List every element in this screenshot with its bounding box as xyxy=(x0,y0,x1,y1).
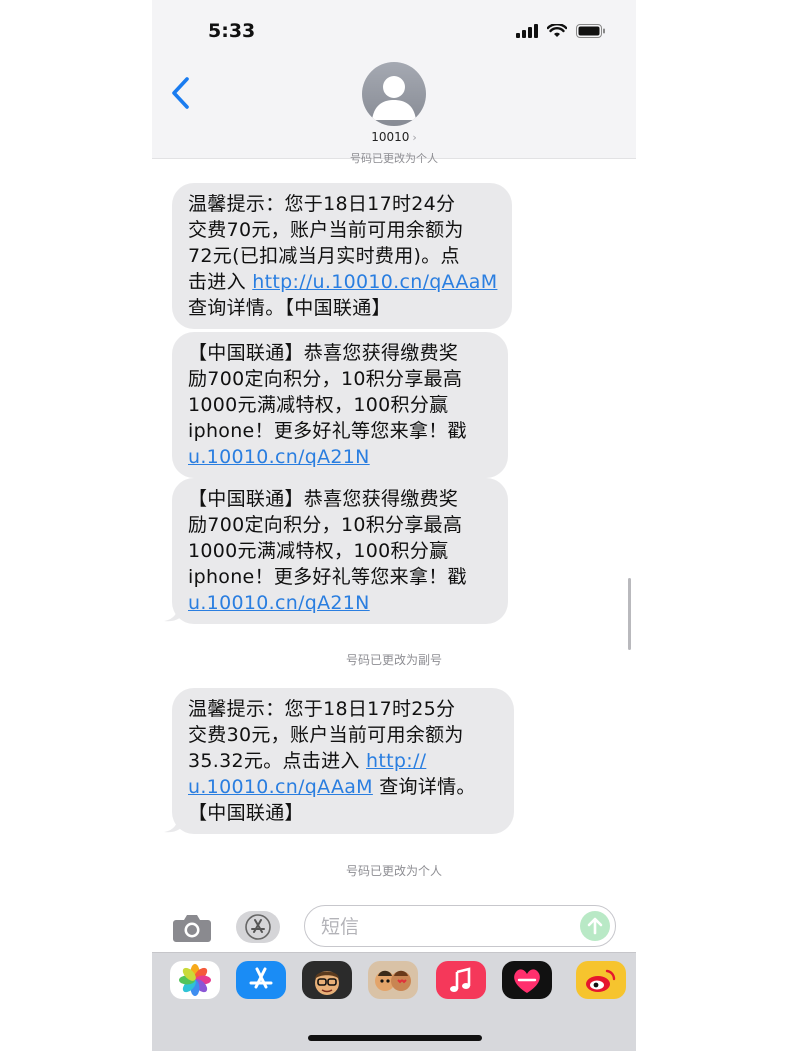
app-store-icon xyxy=(249,967,273,989)
message-link[interactable]: u.10010.cn/qAAaM xyxy=(188,776,373,798)
music-icon xyxy=(450,967,471,992)
weibo-icon xyxy=(586,969,616,992)
message-link[interactable]: u.10010.cn/qA21N xyxy=(188,446,370,468)
incoming-message-bubble[interactable]: 【中国联通】恭喜您获得缴费奖 励700定向积分，10积分享最高 1000元满减特… xyxy=(172,332,508,478)
messages-screen: 5:33 10010 › 号码已更改为个人 温馨提示：您于18日17时24分 交… xyxy=(152,0,636,1051)
system-note: 号码已更改为个人 xyxy=(345,864,442,878)
scroll-indicator[interactable] xyxy=(628,578,631,650)
chevron-right-icon: › xyxy=(412,131,417,144)
message-text: 72元(已扣减当月实时费用)。点 xyxy=(188,245,460,267)
message-link[interactable]: u.10010.cn/qA21N xyxy=(188,592,370,614)
incoming-message-bubble[interactable]: 【中国联通】恭喜您获得缴费奖 励700定向积分，10积分享最高 1000元满减特… xyxy=(172,478,508,624)
message-text: 查询详情。【中国联通】 xyxy=(188,297,391,319)
app-store-button[interactable] xyxy=(236,911,280,943)
system-note: 号码已更改为副号 xyxy=(345,653,442,667)
weibo-app[interactable] xyxy=(576,961,626,999)
app-store-icon xyxy=(245,914,271,940)
message-text: iphone！更多好礼等您来拿！戳 xyxy=(188,420,467,442)
memoji-app[interactable] xyxy=(302,961,352,999)
message-text: 【中国联通】恭喜您获得缴费奖 xyxy=(188,342,459,364)
message-text: 击进入 xyxy=(188,271,253,293)
music-app[interactable] xyxy=(436,961,486,999)
arrow-up-icon xyxy=(587,917,603,935)
back-chevron-icon[interactable] xyxy=(168,76,194,110)
bubble-tail xyxy=(164,606,182,622)
message-text: 【中国联通】恭喜您获得缴费奖 xyxy=(188,488,459,510)
status-icons xyxy=(516,24,606,38)
camera-icon[interactable] xyxy=(172,911,212,943)
message-text: 交费30元，账户当前可用余额为 xyxy=(188,724,464,746)
contact-number: 10010 xyxy=(371,130,410,144)
message-text: 【中国联通】 xyxy=(188,802,304,824)
memoji-icon xyxy=(315,971,339,995)
message-text: 温馨提示：您于18日17时24分 xyxy=(188,193,456,215)
message-link[interactable]: http:// xyxy=(366,750,426,772)
memoji-stickers-app[interactable] xyxy=(368,961,418,999)
system-note-partial: 号码已更改为个人 xyxy=(350,152,438,165)
wifi-icon xyxy=(547,24,567,37)
status-time: 5:33 xyxy=(208,20,256,42)
cellular-signal-icon xyxy=(516,24,538,38)
incoming-message-bubble[interactable]: 温馨提示：您于18日17时25分 交费30元，账户当前可用余额为 35.32元。… xyxy=(172,688,514,834)
message-text: iphone！更多好礼等您来拿！戳 xyxy=(188,566,467,588)
contact-avatar[interactable] xyxy=(362,62,426,126)
incoming-message-bubble[interactable]: 温馨提示：您于18日17时24分 交费70元，账户当前可用余额为 72元(已扣减… xyxy=(172,183,512,329)
contact-name[interactable]: 10010 › xyxy=(152,130,636,144)
digital-touch-app[interactable] xyxy=(502,961,552,999)
photos-icon xyxy=(179,964,211,996)
message-text: 1000元满减特权，100积分赢 xyxy=(188,540,449,562)
photos-app[interactable] xyxy=(170,961,220,999)
message-text: 查询详情。 xyxy=(372,776,476,798)
message-link[interactable]: http://u.10010.cn/qAAaM xyxy=(252,271,497,293)
message-text: 交费70元，账户当前可用余额为 xyxy=(188,219,464,241)
send-button[interactable] xyxy=(580,911,610,941)
digital-touch-icon xyxy=(514,969,540,993)
message-text: 温馨提示：您于18日17时25分 xyxy=(188,698,456,720)
message-text: 励700定向积分，10积分享最高 xyxy=(188,368,463,390)
message-input-field[interactable] xyxy=(304,905,616,947)
message-text: 1000元满减特权，100积分赢 xyxy=(188,394,449,416)
memoji-stickers-icon xyxy=(375,970,411,991)
battery-icon xyxy=(576,24,605,38)
message-input[interactable] xyxy=(319,914,563,940)
person-silhouette-icon xyxy=(372,76,416,120)
message-text: 励700定向积分，10积分享最高 xyxy=(188,514,463,536)
home-indicator[interactable] xyxy=(308,1035,482,1041)
bubble-tail xyxy=(164,817,182,833)
app-store-app[interactable] xyxy=(236,961,286,999)
message-text: 35.32元。点击进入 xyxy=(188,750,367,772)
